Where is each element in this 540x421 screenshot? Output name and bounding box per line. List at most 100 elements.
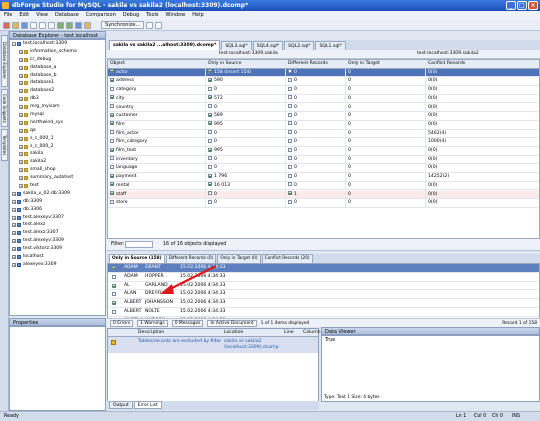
row-checkbox[interactable] bbox=[288, 130, 292, 135]
expand-icon[interactable]: + bbox=[12, 247, 16, 252]
comparison-row[interactable]: actor 158 (Insert 154) 0 0 0(0) bbox=[108, 68, 539, 78]
tree-item[interactable]: + test.alexeyv:3307 bbox=[10, 214, 105, 222]
comparison-row[interactable]: address 590 0 0 0(0) bbox=[108, 77, 539, 87]
menu-tools[interactable]: Tools bbox=[146, 11, 158, 20]
maximize-button[interactable]: □ bbox=[517, 1, 527, 10]
tab-different-records[interactable]: Different Records (0) bbox=[165, 254, 217, 263]
expand-icon[interactable]: + bbox=[12, 262, 16, 267]
tree-item[interactable]: + database_b bbox=[10, 72, 105, 80]
tree-item[interactable]: + localhost bbox=[10, 253, 105, 261]
row-checkbox[interactable] bbox=[288, 164, 292, 169]
row-checkbox[interactable] bbox=[110, 199, 114, 204]
tab-sql3[interactable]: SQL3.sql* bbox=[221, 41, 252, 50]
paste-icon[interactable] bbox=[48, 21, 55, 29]
row-checkbox[interactable] bbox=[110, 95, 114, 100]
expand-icon[interactable]: + bbox=[19, 49, 23, 54]
row-checkbox[interactable] bbox=[110, 112, 114, 117]
expand-icon[interactable]: + bbox=[19, 183, 23, 188]
comparison-row[interactable]: store 0 0 0 0(0) bbox=[108, 199, 539, 208]
tree-item[interactable]: + cr_debug bbox=[10, 56, 105, 64]
comparison-row[interactable]: film 995 0 0 0(0) bbox=[108, 120, 539, 130]
tree-item[interactable]: + test.alexeyv:3309 bbox=[10, 237, 105, 245]
expand-icon[interactable]: + bbox=[19, 128, 23, 133]
tab-output[interactable]: Output bbox=[109, 401, 133, 409]
comparison-row[interactable]: payment 1 796 0 0 14252(2) bbox=[108, 173, 539, 182]
row-checkbox[interactable] bbox=[288, 156, 292, 161]
row-checkbox[interactable] bbox=[208, 173, 212, 178]
row-checkbox[interactable] bbox=[110, 121, 114, 126]
tab-dcomp[interactable]: sakila vs sakila2 ...alhost:3309).dcomp* bbox=[109, 40, 221, 50]
expand-icon[interactable]: + bbox=[12, 223, 16, 228]
row-checkbox[interactable] bbox=[208, 69, 212, 74]
row-checkbox[interactable] bbox=[110, 69, 114, 74]
error-row[interactable]: Tables/records are excluded by filter sa… bbox=[108, 337, 318, 353]
tree-item[interactable]: + s_c_000_2 bbox=[10, 143, 105, 151]
row-checkbox[interactable] bbox=[288, 69, 292, 74]
tree-item[interactable]: + db:3309 bbox=[10, 198, 105, 206]
filter-icon[interactable] bbox=[155, 21, 163, 29]
expand-icon[interactable]: + bbox=[19, 73, 23, 78]
tree-item[interactable]: + northwind_sys bbox=[10, 119, 105, 127]
record-checkbox[interactable] bbox=[112, 310, 116, 314]
expand-icon[interactable]: + bbox=[19, 176, 23, 181]
tree-item[interactable]: + qa bbox=[10, 127, 105, 135]
expand-icon[interactable]: + bbox=[19, 120, 23, 125]
record-row[interactable]: ALBERT NOLTE 15.02.2006 4:34:33 bbox=[108, 308, 539, 317]
active-document-button[interactable]: In Active Document bbox=[207, 319, 257, 327]
row-checkbox[interactable] bbox=[110, 173, 114, 178]
save-icon[interactable] bbox=[21, 21, 28, 29]
comparison-row[interactable]: film_actor 0 0 0 5462(4) bbox=[108, 129, 539, 139]
comparison-row[interactable]: customer 589 0 0 0(0) bbox=[108, 112, 539, 121]
menu-help[interactable]: Help bbox=[192, 11, 203, 20]
record-row[interactable]: ALBERT JOHANSSON 15.02.2006 4:34:33 bbox=[108, 299, 539, 308]
expand-icon[interactable]: + bbox=[12, 199, 16, 204]
tree-item[interactable]: + db:3306 bbox=[10, 206, 105, 214]
expand-icon[interactable]: + bbox=[19, 57, 23, 62]
expand-icon[interactable]: + bbox=[12, 215, 16, 220]
synchronize-button[interactable]: Synchronize... bbox=[101, 21, 145, 29]
row-checkbox[interactable] bbox=[288, 138, 292, 143]
row-checkbox[interactable] bbox=[288, 199, 292, 204]
undo-icon[interactable] bbox=[57, 21, 64, 29]
compare-icon[interactable] bbox=[84, 21, 91, 29]
tree-item[interactable]: + mrg_myisam bbox=[10, 103, 105, 111]
side-tab-database-explorer[interactable]: Database Explorer bbox=[1, 35, 8, 87]
row-checkbox[interactable] bbox=[208, 86, 212, 91]
tree-item[interactable]: + database1 bbox=[10, 79, 105, 87]
expand-icon[interactable]: + bbox=[12, 191, 16, 196]
row-checkbox[interactable] bbox=[110, 130, 114, 135]
minimize-button[interactable]: _ bbox=[506, 1, 516, 10]
tree-item[interactable]: + information_schema bbox=[10, 48, 105, 56]
tree-item[interactable]: + test.alexz bbox=[10, 221, 105, 229]
menu-file[interactable]: File bbox=[4, 11, 12, 20]
row-checkbox[interactable] bbox=[208, 156, 212, 161]
tab-only-in-target[interactable]: Only in Target (0) bbox=[217, 254, 261, 263]
comparison-row[interactable]: city 572 0 0 0(0) bbox=[108, 94, 539, 104]
close-button[interactable]: × bbox=[528, 1, 538, 10]
tree-item[interactable]: + sakila2 bbox=[10, 158, 105, 166]
collapse-icon[interactable]: − bbox=[12, 41, 16, 46]
expand-icon[interactable]: + bbox=[12, 239, 16, 244]
tab-conflict-records[interactable]: Conflict Records (20) bbox=[261, 254, 313, 263]
expand-icon[interactable]: + bbox=[19, 168, 23, 173]
row-checkbox[interactable] bbox=[110, 86, 114, 91]
comparison-row[interactable]: rental 16 013 0 0 0(0) bbox=[108, 181, 539, 191]
row-checkbox[interactable] bbox=[288, 86, 292, 91]
row-checkbox[interactable] bbox=[208, 138, 212, 143]
tree-item[interactable]: + summary_autotest bbox=[10, 174, 105, 182]
expand-icon[interactable]: + bbox=[19, 89, 23, 94]
row-checkbox[interactable] bbox=[110, 147, 114, 152]
expand-icon[interactable]: + bbox=[19, 105, 23, 110]
tree-item[interactable]: − test.localhost:3309 bbox=[10, 40, 105, 48]
record-checkbox[interactable] bbox=[112, 301, 116, 306]
comparison-row[interactable]: staff 0 1 0 0(0) bbox=[108, 190, 539, 200]
expand-icon[interactable]: + bbox=[12, 231, 16, 236]
menu-window[interactable]: Window bbox=[166, 11, 186, 20]
refresh-icon[interactable] bbox=[75, 21, 82, 29]
tab-only-in-source[interactable]: Only in Source (158) bbox=[109, 254, 165, 263]
expand-icon[interactable]: + bbox=[12, 254, 16, 259]
side-tab-code-snippets[interactable]: Code Snippets bbox=[1, 89, 8, 127]
row-checkbox[interactable] bbox=[110, 77, 114, 82]
filter-input[interactable] bbox=[125, 241, 153, 248]
tree-item[interactable]: + database2 bbox=[10, 87, 105, 95]
